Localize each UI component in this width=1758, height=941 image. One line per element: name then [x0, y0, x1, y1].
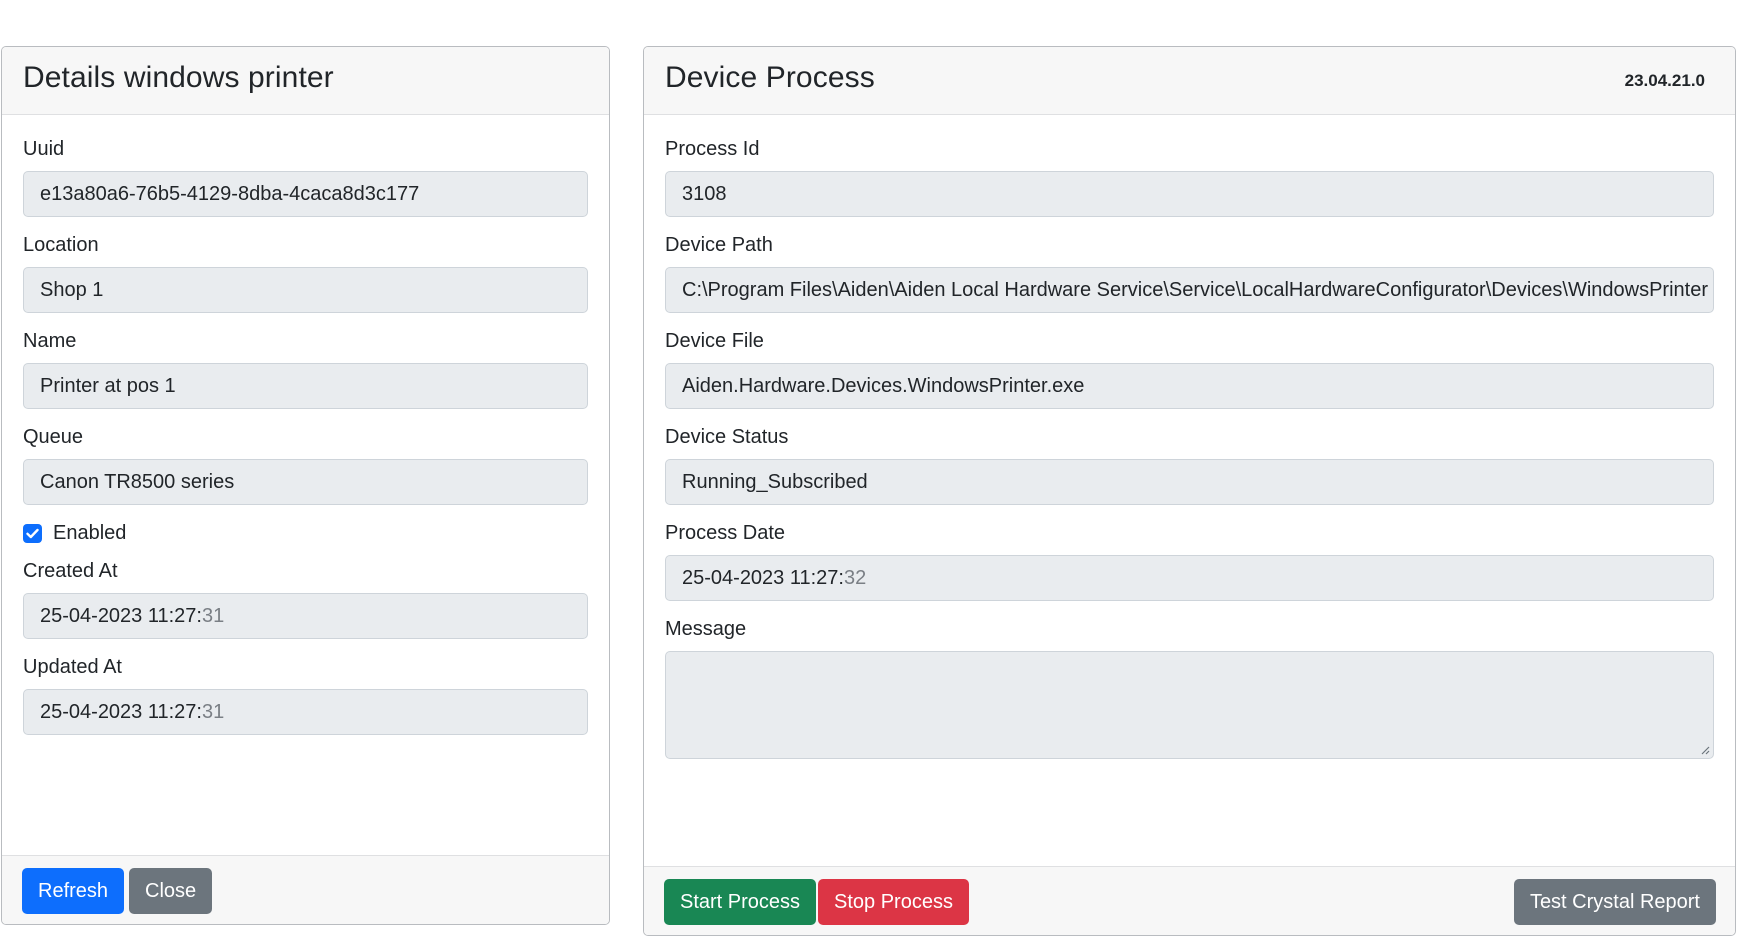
updated-at-label: Updated At: [23, 656, 122, 678]
created-at-seconds: 31: [201, 605, 225, 627]
device-file-label: Device File: [665, 330, 764, 352]
process-date-seconds: 32: [843, 567, 867, 589]
device-status-label: Device Status: [665, 426, 789, 448]
location-field-group: Location Shop 1: [23, 233, 588, 313]
process-id-input[interactable]: 3108: [665, 171, 1714, 217]
updated-at-seconds: 31: [201, 701, 225, 723]
process-date-input[interactable]: 25-04-2023 11:27:32: [665, 555, 1714, 601]
process-date-label: Process Date: [665, 522, 786, 544]
created-at-field-group: Created At 25-04-2023 11:27:31: [23, 559, 588, 639]
process-id-field-group: Process Id 3108: [665, 137, 1714, 217]
queue-label: Queue: [23, 426, 84, 448]
location-input[interactable]: Shop 1: [23, 267, 588, 313]
created-at-input[interactable]: 25-04-2023 11:27:31: [23, 593, 588, 639]
checkmark-icon: [26, 528, 39, 538]
created-at-value: 25-04-2023 11:27:: [40, 605, 202, 627]
created-at-label: Created At: [23, 560, 118, 582]
updated-at-value: 25-04-2023 11:27:: [40, 701, 202, 723]
device-path-label: Device Path: [665, 234, 773, 256]
printer-details-footer: Refresh Close: [2, 855, 609, 924]
message-field-group: Message: [665, 617, 1714, 759]
device-status-field-group: Device Status Running_Subscribed: [665, 425, 1714, 505]
device-process-header: Device Process 23.04.21.0: [644, 47, 1735, 115]
printer-details-header: Details windows printer: [2, 47, 609, 115]
test-crystal-report-button[interactable]: Test Crystal Report: [1513, 879, 1716, 925]
printer-details-title: Details windows printer: [23, 61, 334, 94]
enabled-label: Enabled: [53, 521, 127, 544]
device-file-input[interactable]: Aiden.Hardware.Devices.WindowsPrinter.ex…: [665, 363, 1714, 409]
refresh-button[interactable]: Refresh: [22, 868, 125, 914]
uuid-input[interactable]: e13a80a6-76b5-4129-8dba-4caca8d3c177: [23, 171, 588, 217]
device-process-footer: Start Process Stop Process Test Crystal …: [644, 866, 1735, 935]
queue-input[interactable]: Canon TR8500 series: [23, 459, 588, 505]
enabled-checkbox-row[interactable]: Enabled: [23, 519, 588, 547]
process-date-value: 25-04-2023 11:27:: [682, 567, 844, 589]
printer-details-body: Uuid e13a80a6-76b5-4129-8dba-4caca8d3c17…: [2, 115, 609, 735]
process-id-label: Process Id: [665, 138, 760, 160]
uuid-field-group: Uuid e13a80a6-76b5-4129-8dba-4caca8d3c17…: [23, 137, 588, 217]
queue-field-group: Queue Canon TR8500 series: [23, 425, 588, 505]
stop-process-button[interactable]: Stop Process: [818, 879, 969, 925]
device-path-input[interactable]: C:\Program Files\Aiden\Aiden Local Hardw…: [665, 267, 1714, 313]
start-process-button[interactable]: Start Process: [664, 879, 817, 925]
name-input[interactable]: Printer at pos 1: [23, 363, 588, 409]
updated-at-input[interactable]: 25-04-2023 11:27:31: [23, 689, 588, 735]
device-process-body: Process Id 3108 Device Path C:\Program F…: [644, 115, 1735, 759]
device-process-card: Device Process 23.04.21.0 Process Id 310…: [643, 46, 1736, 936]
name-label: Name: [23, 330, 77, 352]
device-status-input[interactable]: Running_Subscribed: [665, 459, 1714, 505]
enabled-checkbox[interactable]: [23, 523, 42, 543]
process-date-field-group: Process Date 25-04-2023 11:27:32: [665, 521, 1714, 601]
message-textarea[interactable]: [665, 651, 1714, 759]
uuid-label: Uuid: [23, 138, 65, 160]
device-process-title: Device Process: [665, 61, 875, 94]
resize-grip-icon[interactable]: [1700, 745, 1710, 755]
updated-at-field-group: Updated At 25-04-2023 11:27:31: [23, 655, 588, 735]
name-field-group: Name Printer at pos 1: [23, 329, 588, 409]
device-file-field-group: Device File Aiden.Hardware.Devices.Windo…: [665, 329, 1714, 409]
printer-details-card: Details windows printer Uuid e13a80a6-76…: [1, 46, 610, 925]
version-label: 23.04.21.0: [1624, 71, 1705, 90]
device-path-field-group: Device Path C:\Program Files\Aiden\Aiden…: [665, 233, 1714, 313]
message-label: Message: [665, 618, 747, 640]
location-label: Location: [23, 234, 99, 256]
close-button[interactable]: Close: [129, 868, 213, 914]
